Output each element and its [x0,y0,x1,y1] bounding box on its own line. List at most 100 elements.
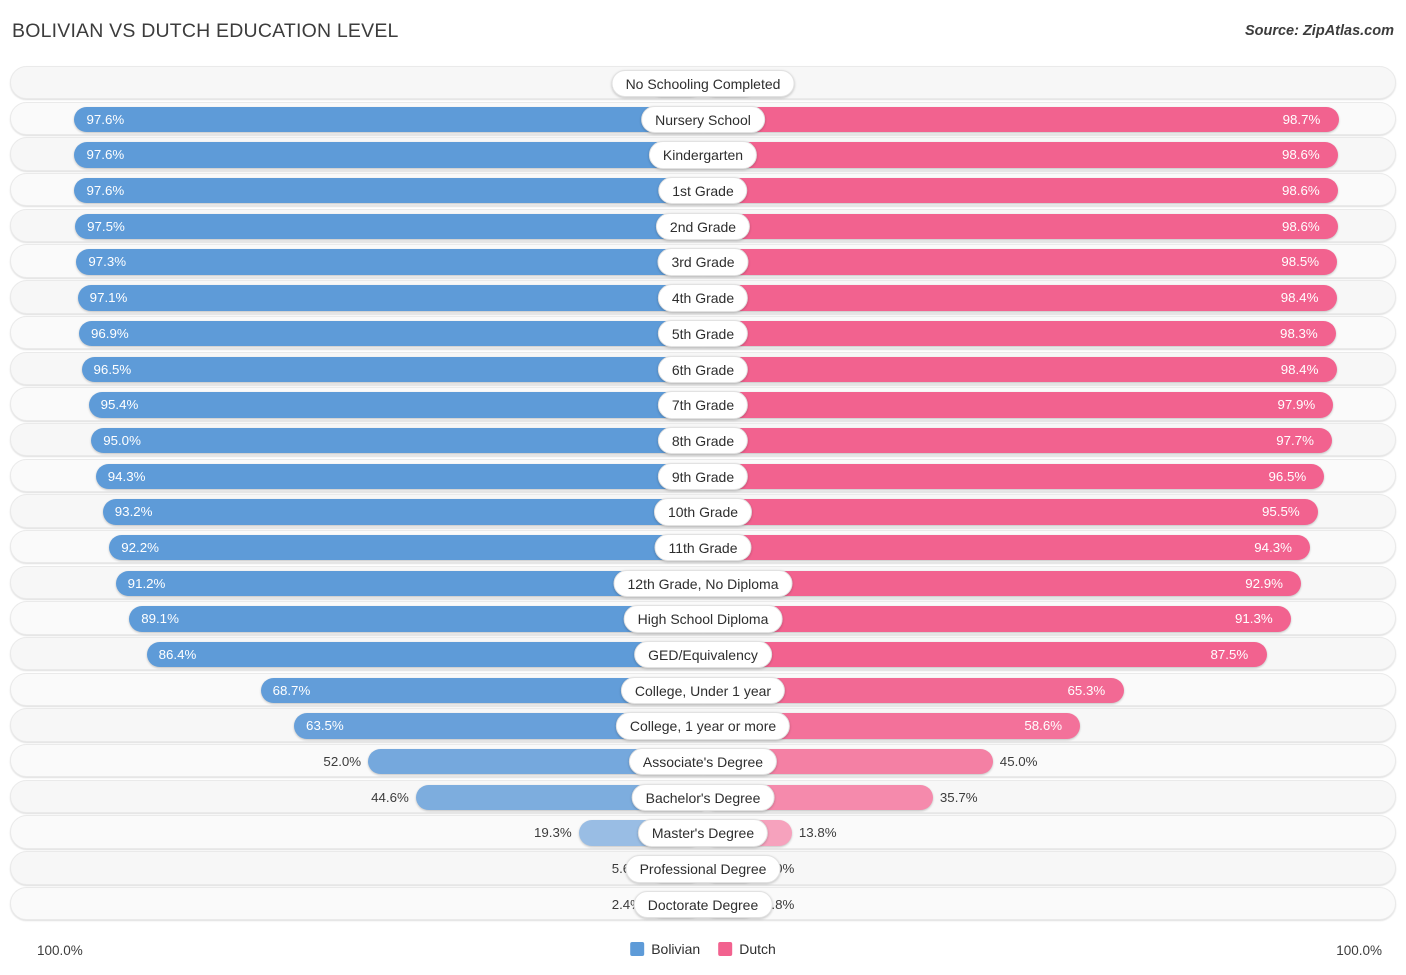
bar-bolivian [88,392,703,418]
chart-row: 52.0% 45.0% Associate's Degree [10,744,1396,778]
category-label: Bachelor's Degree [631,783,775,812]
chart-row: 68.7% 65.3% College, Under 1 year [10,672,1396,707]
value-label-bolivian: 96.5% [93,361,132,377]
value-label-bolivian: 91.2% [127,575,166,591]
chart-row: 97.1% 98.4% 4th Grade [10,280,1396,314]
value-label-dutch: 98.6% [1281,183,1320,199]
chart-footer: 100.0% Bolivian Dutch 100.0% [0,941,1406,967]
value-label-dutch: 87.5% [1210,647,1249,662]
value-label-bolivian: 86.4% [158,647,197,662]
category-label: Doctorate Degree [633,890,773,919]
value-label-bolivian: 93.2% [114,504,153,520]
value-label-dutch: 98.6% [1281,218,1320,234]
value-label-bolivian: 97.3% [88,254,127,270]
bar-dutch [703,499,1319,525]
source-attribution: Source: ZipAtlas.com [1244,23,1394,39]
row-track: 97.1% 98.4% 4th Grade [11,281,1395,312]
chart-row: 97.3% 98.5% 3rd Grade [10,244,1396,278]
bar-dutch [703,106,1339,133]
chart-row: 97.6% 98.6% Kindergarten [10,137,1396,171]
row-track: 2.4%1.4%No Schooling Completed [11,67,1395,98]
bar-bolivian [77,285,703,311]
category-label: GED/Equivalency [634,641,772,669]
value-label-bolivian: 52.0% [323,754,362,770]
bar-dutch [703,213,1338,240]
category-label: 2nd Grade [655,212,751,241]
value-label-bolivian: 68.7% [272,682,311,698]
bar-dutch [703,320,1337,347]
value-label-dutch: 98.5% [1281,254,1320,270]
chart-row: 96.5% 98.4% 6th Grade [10,351,1396,385]
bar-dutch [703,463,1325,489]
chart-row: 93.2% 95.5% 10th Grade [10,494,1396,528]
value-label-dutch: 35.7% [939,789,978,805]
legend-item: Dutch [718,941,776,957]
value-label-bolivian: 97.1% [89,290,128,306]
category-label: College, Under 1 year [620,676,786,705]
bar-bolivian [102,499,703,525]
row-track: 97.6% 98.6% 1st Grade [11,174,1395,205]
value-label-dutch: 98.7% [1282,111,1321,127]
category-label: 8th Grade [657,426,749,455]
legend-swatch-icon [630,942,645,956]
row-track: 89.1% 91.3% High School Diploma [11,602,1395,633]
chart-row: 86.4% 87.5% GED/Equivalency [10,637,1396,671]
chart-row: 97.6% 98.7% Nursery School [10,101,1396,136]
bar-bolivian [146,642,703,668]
bar-bolivian [76,249,703,275]
category-label: 1st Grade [658,177,748,205]
category-label: Professional Degree [625,855,781,883]
value-label-dutch: 94.3% [1254,539,1292,555]
value-label-dutch: 95.5% [1262,504,1300,520]
category-label: 12th Grade, No Diploma [613,569,793,598]
category-label: 9th Grade [657,462,749,490]
category-label: 5th Grade [657,319,749,348]
chart-row: 97.6% 98.6% 1st Grade [10,173,1396,207]
category-label: 11th Grade [654,533,752,562]
bar-dutch [703,427,1333,454]
category-label: Associate's Degree [628,748,778,776]
bar-bolivian [129,606,703,632]
category-label: Master's Degree [637,819,769,847]
value-label-bolivian: 97.6% [86,111,125,127]
value-label-dutch: 58.6% [1024,718,1063,734]
value-label-bolivian: 89.1% [141,611,179,627]
bar-dutch [703,392,1334,418]
row-track: 52.0% 45.0% Associate's Degree [11,745,1395,776]
bar-bolivian [75,213,703,240]
category-label: 7th Grade [657,391,749,419]
axis-max-right: 100.0% [1336,943,1382,958]
row-track: 5.6%4.0%Professional Degree [11,852,1395,883]
bar-dutch [703,356,1337,382]
row-track: 19.3% 13.8% Master's Degree [11,816,1395,847]
value-label-bolivian: 97.5% [87,218,125,234]
bar-dutch [703,570,1302,597]
value-label-dutch: 45.0% [999,754,1038,770]
chart-row: 94.3% 96.5% 9th Grade [10,458,1396,492]
category-label: High School Diploma [623,605,783,633]
bar-dutch [703,178,1338,204]
row-track: 96.5% 98.4% 6th Grade [11,353,1395,384]
bar-dutch [703,642,1267,668]
category-label: 3rd Grade [657,248,749,276]
value-label-dutch: 65.3% [1067,682,1106,698]
category-label: Nursery School [641,105,765,134]
row-track: 95.4% 97.9% 7th Grade [11,388,1395,419]
row-track: 92.2% 94.3% 11th Grade [11,531,1395,562]
bar-bolivian [95,463,703,489]
category-label: No Schooling Completed [611,70,795,98]
bar-dutch [703,534,1311,561]
row-track: 44.6% 35.7% Bachelor's Degree [11,781,1395,812]
value-label-bolivian: 95.0% [103,432,141,448]
chart-row: 96.9% 98.3% 5th Grade [10,315,1396,350]
chart-row: 2.4% 1.8% Doctorate Degree [10,886,1396,921]
row-track: 97.3% 98.5% 3rd Grade [11,245,1395,276]
bar-dutch [703,285,1337,311]
bar-dutch [703,249,1338,275]
value-label-bolivian: 44.6% [371,789,409,805]
legend-label: Dutch [739,941,776,957]
chart-row: 44.6% 35.7% Bachelor's Degree [10,779,1396,814]
value-label-dutch: 13.8% [798,825,837,841]
value-label-dutch: 98.3% [1280,325,1318,341]
value-label-dutch: 97.9% [1277,397,1316,413]
